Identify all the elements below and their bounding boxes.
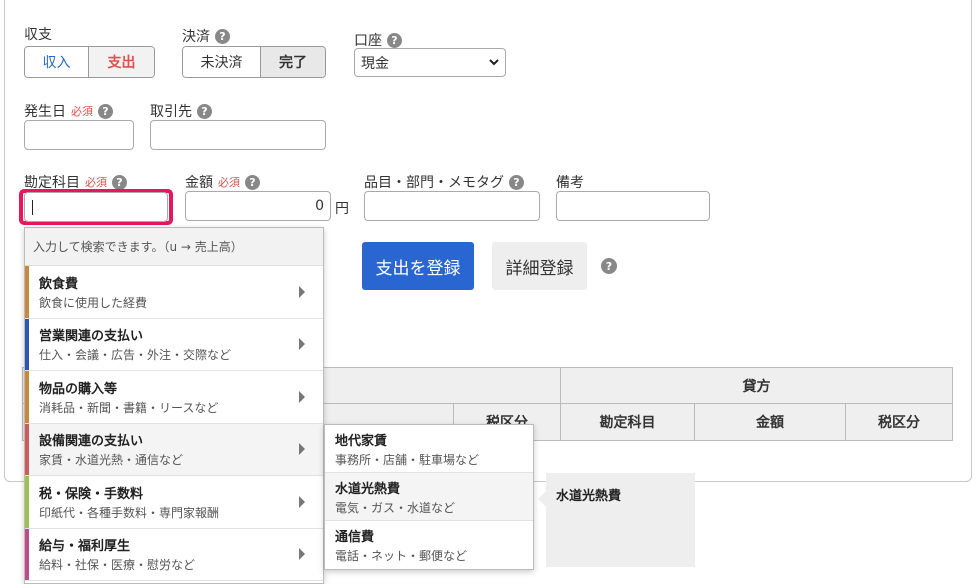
date-label: 発生日 必須? [24, 101, 113, 121]
item-title: 通信費 [335, 530, 375, 545]
chevron-down-icon [489, 59, 499, 66]
item-title: 地代家賃 [335, 433, 388, 449]
item-title: 給与・福利厚生 [39, 539, 131, 555]
item-tag-label: 品目・部門・メモタグ? [364, 172, 524, 192]
category-color-bar [25, 423, 29, 475]
partner-label-text: 取引先 [150, 104, 192, 120]
submenu-item-communication[interactable]: 通信費電話・ネット・郵便など [325, 521, 533, 569]
category-color-bar [25, 266, 29, 318]
partner-label: 取引先? [150, 101, 212, 121]
amount-label-text: 金額 [185, 175, 213, 191]
item-subtitle: 家賃・水道光熱・通信など [39, 453, 184, 468]
date-label-text: 発生日 [24, 104, 66, 120]
item-title: 物品の購入等 [39, 381, 118, 397]
subject-input[interactable] [24, 192, 168, 222]
help-icon[interactable]: ? [197, 103, 212, 119]
item-title: 税・保険・手数料 [39, 486, 144, 502]
credit-tax-header: 税区分 [845, 403, 953, 441]
item-subtitle: 給料・社保・医療・慰労など [39, 558, 196, 573]
chevron-right-icon [299, 548, 305, 561]
amount-input[interactable]: 0 [185, 191, 331, 221]
credit-amount-header: 金額 [694, 403, 846, 441]
income-expense-label: 収支 [24, 24, 52, 44]
partner-input[interactable] [150, 120, 326, 150]
credit-amount-header-text: 金額 [756, 415, 784, 431]
account-label: 口座? [354, 30, 402, 50]
expense-option[interactable]: 支出 [89, 47, 154, 77]
item-title: 営業関連の支払い [39, 329, 144, 345]
amount-value: 0 [315, 198, 324, 214]
help-icon[interactable]: ? [98, 103, 113, 119]
help-icon[interactable]: ? [215, 28, 230, 44]
dropdown-item-sales[interactable]: 営業関連の支払い仕入・会議・広告・外注・交際など [25, 318, 323, 371]
item-tag-input[interactable] [364, 191, 540, 221]
item-subtitle: 飲食に使用した経費 [39, 295, 148, 310]
item-tag-label-text: 品目・部門・メモタグ [364, 175, 504, 191]
item-subtitle: 電気・ガス・水道など [335, 500, 456, 515]
category-color-bar [25, 476, 29, 528]
help-icon[interactable]: ? [509, 174, 524, 190]
detail-register-button[interactable]: 詳細登録 [492, 242, 587, 290]
required-badge: 必須 [85, 176, 107, 189]
help-icon[interactable]: ? [601, 258, 617, 274]
text-cursor [32, 200, 33, 215]
dropdown-item-facility[interactable]: 設備関連の支払い家賃・水道光熱・通信など [25, 423, 323, 476]
settlement-label-text: 決済 [182, 29, 210, 45]
settlement-label: 決済? [182, 26, 230, 46]
chevron-right-icon [299, 338, 305, 351]
settled-option[interactable]: 完了 [260, 47, 325, 77]
credit-header: 貸方 [560, 367, 953, 404]
facility-submenu: 地代家賃事務所・店舗・駐車場など 水道光熱費電気・ガス・水道など 通信費電話・ネ… [324, 424, 534, 570]
submenu-item-rent[interactable]: 地代家賃事務所・店舗・駐車場など [325, 425, 533, 473]
item-title: 飲食費 [39, 276, 79, 292]
register-expense-button[interactable]: 支出を登録 [362, 242, 474, 290]
item-subtitle: 電話・ネット・郵便など [335, 549, 468, 563]
help-icon[interactable]: ? [387, 32, 402, 48]
category-color-bar [25, 528, 29, 580]
credit-subject-header-text: 勘定科目 [599, 415, 656, 431]
credit-header-text: 貸方 [742, 378, 771, 395]
income-option[interactable]: 収入 [25, 47, 90, 77]
dropdown-item-goods[interactable]: 物品の購入等消耗品・新聞・書籍・リースなど [25, 371, 323, 424]
amount-unit: 円 [335, 201, 349, 217]
item-subtitle: 印紙代・各種手数料・専門家報酬 [39, 505, 220, 520]
dropdown-hint: 入力して検索できます。（u → 売上高） [25, 228, 323, 266]
chevron-right-icon [299, 495, 305, 508]
amount-label: 金額 必須? [185, 172, 260, 192]
help-icon[interactable]: ? [112, 174, 127, 190]
item-title: 設備関連の支払い [39, 434, 144, 450]
note-input[interactable] [556, 191, 710, 221]
settlement-toggle: 未決済 完了 [182, 46, 326, 78]
submenu-item-utilities[interactable]: 水道光熱費電気・ガス・水道など [325, 473, 533, 521]
income-expense-label-text: 収支 [24, 27, 52, 43]
required-badge: 必須 [218, 176, 240, 189]
category-color-bar [25, 371, 29, 423]
income-expense-toggle: 収入 支出 [24, 46, 155, 78]
credit-subject-header: 勘定科目 [560, 403, 695, 441]
dropdown-item-food[interactable]: 飲食費飲食に使用した経費 [25, 266, 323, 319]
item-subtitle: 事務所・店舗・駐車場など [335, 452, 480, 467]
account-label-text: 口座 [354, 33, 382, 49]
note-label-text: 備考 [556, 175, 584, 191]
account-select[interactable]: 現金 [354, 48, 506, 77]
note-label: 備考 [556, 172, 584, 192]
credit-tax-header-text: 税区分 [878, 415, 920, 431]
help-icon[interactable]: ? [245, 174, 260, 190]
dropdown-item-tax[interactable]: 税・保険・手数料印紙代・各種手数料・専門家報酬 [25, 476, 323, 529]
chevron-right-icon [299, 285, 305, 298]
item-title: 水道光熱費 [335, 481, 401, 497]
required-badge: 必須 [71, 105, 93, 118]
unsettled-option[interactable]: 未決済 [183, 47, 261, 77]
account-value: 現金 [361, 55, 389, 72]
chevron-right-icon [299, 443, 305, 456]
dropdown-item-salary[interactable]: 給与・福利厚生給料・社保・医療・慰労など [25, 528, 323, 581]
chevron-right-icon [299, 390, 305, 403]
item-subtitle: 消耗品・新聞・書籍・リースなど [39, 400, 219, 415]
item-subtitle: 仕入・会議・広告・外注・交際など [39, 348, 232, 363]
subject-tooltip: 水道光熱費 [538, 473, 695, 567]
category-color-bar [25, 318, 29, 370]
date-input[interactable] [24, 120, 134, 150]
subject-dropdown: 入力して検索できます。（u → 売上高） 飲食費飲食に使用した経費 営業関連の支… [24, 227, 324, 584]
